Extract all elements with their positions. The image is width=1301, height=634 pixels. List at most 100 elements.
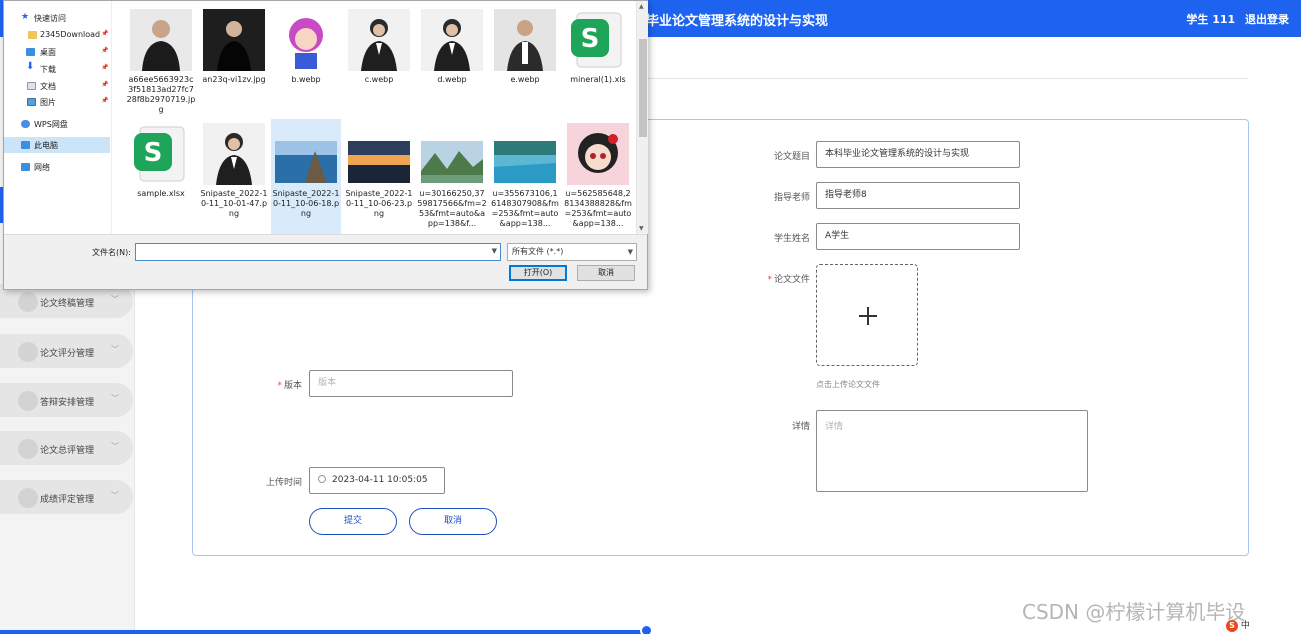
document-icon <box>27 82 36 90</box>
file-item[interactable]: Ssample.xlsx <box>126 119 196 234</box>
watermark: CSDN @柠檬计算机毕设 <box>1022 600 1246 624</box>
file-item[interactable]: b.webp <box>271 5 341 120</box>
ime-indicator[interactable]: 中 <box>1241 621 1250 631</box>
sidebar-item-label: 论文评分管理 <box>40 349 95 359</box>
nav-downloads[interactable]: ⬇ 下载 📌 <box>4 61 110 77</box>
pin-icon: 📌 <box>101 30 109 37</box>
version-input[interactable]: 版本 <box>309 370 513 397</box>
scroll-down-icon[interactable]: ▼ <box>639 225 644 232</box>
teacher-label: 指导老师 <box>773 193 810 203</box>
file-item[interactable]: e.webp <box>490 5 560 120</box>
image-thumbnail-icon <box>421 141 483 183</box>
filename-label: 文件名(N): <box>92 248 131 257</box>
file-name: sample.xlsx <box>137 189 185 198</box>
file-item[interactable]: u=30166250,3759817566&fm=253&fmt=auto&ap… <box>417 119 487 234</box>
file-name: mineral(1).xls <box>570 75 626 84</box>
menu-icon <box>18 292 38 312</box>
filename-input[interactable]: ▼ <box>135 243 501 261</box>
menu-icon <box>18 342 38 362</box>
image-thumbnail-icon <box>275 9 337 71</box>
image-thumbnail-icon <box>275 141 337 183</box>
nav-documents[interactable]: 文档 📌 <box>4 78 110 94</box>
file-item[interactable]: u=355673106,16148307908&fm=253&fmt=auto&… <box>490 119 560 234</box>
image-thumbnail-icon <box>494 9 556 71</box>
computer-icon <box>21 141 30 149</box>
nav-desktop[interactable]: 桌面 📌 <box>4 44 110 60</box>
teacher-input[interactable]: 指导老师8 <box>816 182 1020 209</box>
file-item[interactable]: an23q-vi1zv.jpg <box>199 5 269 120</box>
open-button[interactable]: 打开(O) <box>509 265 567 281</box>
file-item[interactable]: Snipaste_2022-10-11_10-06-18.png <box>271 119 341 234</box>
chevron-down-icon: ﹀ <box>111 491 119 500</box>
nav-pane: ★ 快速访问 2345Download 📌 桌面 📌 ⬇ 下载 📌 文档 📌 图… <box>4 1 112 234</box>
title-label: 论文题目 <box>773 152 810 162</box>
title-input[interactable]: 本科毕业论文管理系统的设计与实现 <box>816 141 1020 168</box>
cancel-button[interactable]: 取消 <box>409 508 497 535</box>
upload-time-picker[interactable]: 2023-04-11 10:05:05 <box>309 467 445 494</box>
sidebar-item-grade[interactable]: 成绩评定管理 ﹀ <box>0 480 133 514</box>
scroll-up-icon[interactable]: ▲ <box>639 3 644 10</box>
chevron-down-icon[interactable]: ▼ <box>492 247 497 255</box>
plus-icon <box>867 307 869 325</box>
nav-pictures[interactable]: 图片 📌 <box>4 94 110 110</box>
chevron-down-icon: ﹀ <box>111 442 119 451</box>
menu-icon <box>18 488 38 508</box>
upload-hint: 点击上传论文文件 <box>816 380 880 389</box>
header-divider <box>646 78 1248 79</box>
filetype-value: 所有文件 (*.*) <box>512 247 564 256</box>
image-thumbnail-icon <box>494 141 556 183</box>
scrollbar-thumb[interactable] <box>639 39 647 137</box>
student-input[interactable]: A学生 <box>816 223 1020 250</box>
pin-icon: 📌 <box>101 64 109 71</box>
file-name: Snipaste_2022-10-11_10-06-23.png <box>345 189 413 218</box>
file-item[interactable]: d.webp <box>417 5 487 120</box>
spreadsheet-icon: S <box>567 9 629 71</box>
file-list: a66ee5663923c3f51813ad27fc728f8b2970719.… <box>114 1 636 234</box>
cloud-icon <box>21 120 30 128</box>
student-label: 学生姓名 <box>773 234 810 244</box>
svg-text:S: S <box>144 138 163 168</box>
file-item[interactable]: Snipaste_2022-10-11_10-01-47.png <box>199 119 269 234</box>
progress-handle[interactable] <box>640 624 653 634</box>
nav-quick-access[interactable]: ★ 快速访问 <box>4 10 110 26</box>
page-title: 毕业论文管理系统的设计与实现 <box>646 14 829 29</box>
dialog-footer: 文件名(N): ▼ 所有文件 (*.*) ▼ 打开(O) 取消 <box>4 234 647 289</box>
image-thumbnail-icon <box>567 123 629 185</box>
file-item[interactable]: c.webp <box>344 5 414 120</box>
sidebar-item-label: 答辩安排管理 <box>40 398 95 408</box>
logout-link[interactable]: 退出登录 <box>1245 13 1289 26</box>
detail-label: 详情 <box>791 422 810 432</box>
nav-2345download[interactable]: 2345Download 📌 <box>4 27 110 43</box>
pin-icon: 📌 <box>101 47 109 54</box>
sidebar-item-scoring[interactable]: 论文评分管理 ﹀ <box>0 334 133 368</box>
file-item[interactable]: Smineral(1).xls <box>563 5 633 120</box>
download-icon: ⬇ <box>26 61 35 72</box>
nav-wps-drive[interactable]: WPS网盘 <box>4 116 110 132</box>
image-thumbnail-icon <box>348 9 410 71</box>
file-name: u=30166250,3759817566&fm=253&fmt=auto&ap… <box>417 189 487 228</box>
image-thumbnail-icon <box>130 9 192 71</box>
upload-button[interactable] <box>816 264 918 366</box>
dialog-cancel-button[interactable]: 取消 <box>577 265 635 281</box>
submit-button[interactable]: 提交 <box>309 508 397 535</box>
video-progress-bar[interactable] <box>0 630 646 634</box>
file-item[interactable]: u=562585648,28134388828&fm=253&fmt=auto&… <box>563 119 633 234</box>
sidebar-item-overall-review[interactable]: 论文总评管理 ﹀ <box>0 431 133 465</box>
sogou-icon[interactable]: S <box>1226 620 1238 632</box>
file-name: c.webp <box>364 75 394 84</box>
menu-icon <box>18 391 38 411</box>
detail-textarea[interactable]: 详情 <box>816 410 1088 492</box>
nav-this-pc[interactable]: 此电脑 <box>4 137 110 153</box>
file-item[interactable]: a66ee5663923c3f51813ad27fc728f8b2970719.… <box>126 5 196 120</box>
star-icon: ★ <box>21 12 30 22</box>
folder-icon <box>28 31 37 39</box>
user-name: 学生 111 <box>1186 13 1236 26</box>
file-item[interactable]: Snipaste_2022-10-11_10-06-23.png <box>344 119 414 234</box>
image-thumbnail-icon <box>203 123 265 185</box>
vertical-scrollbar[interactable]: ▲ ▼ <box>636 1 648 234</box>
file-name: Snipaste_2022-10-11_10-01-47.png <box>200 189 268 218</box>
network-icon <box>21 163 30 171</box>
nav-network[interactable]: 网络 <box>4 159 110 175</box>
sidebar-item-defense[interactable]: 答辩安排管理 ﹀ <box>0 383 133 417</box>
filetype-select[interactable]: 所有文件 (*.*) ▼ <box>507 243 637 261</box>
